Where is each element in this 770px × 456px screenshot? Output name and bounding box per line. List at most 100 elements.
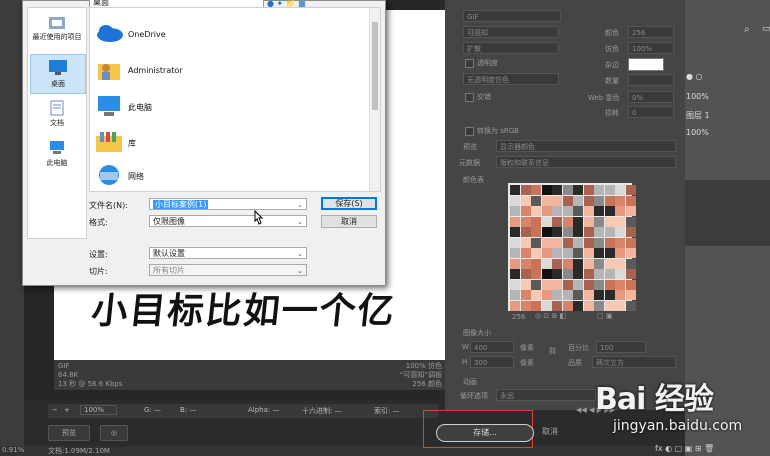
file-item-onedrive[interactable]: OneDrive xyxy=(94,20,364,50)
color-swatch[interactable] xyxy=(541,279,552,290)
color-swatch[interactable] xyxy=(583,279,594,290)
color-swatch[interactable] xyxy=(625,248,636,258)
file-item-this-pc[interactable]: 此电脑 xyxy=(94,92,364,122)
color-swatch[interactable] xyxy=(573,300,583,311)
palette-delete-icons[interactable]: ▢ ▣ xyxy=(597,312,612,320)
color-swatch[interactable] xyxy=(594,185,604,195)
color-swatch[interactable] xyxy=(562,248,573,258)
color-swatch[interactable] xyxy=(520,216,531,227)
color-swatch[interactable] xyxy=(583,195,594,206)
color-swatch[interactable] xyxy=(625,227,636,237)
chevron-down-icon[interactable]: ⌄ xyxy=(297,265,303,277)
color-swatch[interactable] xyxy=(562,279,573,290)
format-select[interactable]: 仅限图像 ⌄ xyxy=(149,215,307,227)
matte-color-swatch[interactable] xyxy=(628,58,664,71)
color-swatch[interactable] xyxy=(573,237,583,248)
color-swatch[interactable] xyxy=(573,279,583,290)
color-swatch[interactable] xyxy=(552,227,562,237)
color-swatch[interactable] xyxy=(552,300,562,311)
color-swatch[interactable] xyxy=(583,216,594,227)
reduction-select[interactable]: 可感知 xyxy=(463,26,559,38)
color-swatch[interactable] xyxy=(604,269,615,279)
chevron-down-icon[interactable]: ⌄ xyxy=(297,216,303,228)
transparency-checkbox[interactable] xyxy=(465,59,474,68)
layer-fill[interactable]: 100% xyxy=(686,128,709,137)
color-swatch[interactable] xyxy=(552,248,562,258)
constrain-link-icon[interactable]: ⛓ xyxy=(548,347,557,355)
color-swatch[interactable] xyxy=(510,248,520,258)
color-swatch[interactable] xyxy=(583,206,594,216)
color-swatch[interactable] xyxy=(520,269,531,279)
percent-field[interactable]: 100 xyxy=(596,341,646,353)
color-swatch[interactable] xyxy=(520,195,531,206)
color-swatch[interactable] xyxy=(520,227,531,237)
chevron-down-icon[interactable]: ⌄ xyxy=(297,248,303,260)
color-swatch[interactable] xyxy=(510,195,520,206)
lossy-field[interactable]: 0 xyxy=(628,106,674,118)
format-select[interactable]: GIF xyxy=(463,10,561,22)
file-item-administrator[interactable]: Administrator xyxy=(94,56,364,86)
color-swatch[interactable] xyxy=(520,279,531,290)
color-swatch[interactable] xyxy=(510,227,520,237)
color-swatch[interactable] xyxy=(520,300,531,311)
color-swatch[interactable] xyxy=(604,237,615,248)
color-swatch[interactable] xyxy=(562,269,573,279)
color-swatch[interactable] xyxy=(520,185,531,195)
color-swatch[interactable] xyxy=(552,185,562,195)
color-swatch[interactable] xyxy=(594,227,604,237)
color-swatch[interactable] xyxy=(510,290,520,300)
dialog-cancel-button[interactable]: 取消 xyxy=(321,215,377,228)
filename-input[interactable]: 小目标案例(1) ⌄ xyxy=(149,198,307,210)
color-swatch[interactable] xyxy=(562,185,573,195)
color-swatch[interactable] xyxy=(520,290,531,300)
color-swatch[interactable] xyxy=(531,258,541,269)
slices-select[interactable]: 所有切片 ⌄ xyxy=(149,264,307,276)
color-swatch[interactable] xyxy=(625,269,636,279)
color-swatch[interactable] xyxy=(573,195,583,206)
color-swatch[interactable] xyxy=(583,185,594,195)
color-swatch[interactable] xyxy=(615,237,625,248)
color-swatch[interactable] xyxy=(594,195,604,206)
color-swatch[interactable] xyxy=(562,258,573,269)
color-swatch[interactable] xyxy=(541,206,552,216)
color-swatch[interactable] xyxy=(573,227,583,237)
color-swatch[interactable] xyxy=(625,258,636,269)
color-swatch[interactable] xyxy=(615,290,625,300)
convert-srgb-checkbox[interactable] xyxy=(465,127,474,136)
color-swatch[interactable] xyxy=(594,248,604,258)
color-swatch[interactable] xyxy=(531,248,541,258)
color-swatch[interactable] xyxy=(510,258,520,269)
color-swatch[interactable] xyxy=(604,258,615,269)
metadata-select[interactable]: 版权和联系信息 xyxy=(496,156,676,168)
nav-desktop[interactable]: 桌面 xyxy=(30,54,86,94)
color-swatch[interactable] xyxy=(510,300,520,311)
layer-lock-icons[interactable]: ● ○ xyxy=(686,72,703,81)
color-swatch[interactable] xyxy=(594,290,604,300)
color-swatch[interactable] xyxy=(552,195,562,206)
preview-mode-select[interactable]: 显示器颜色 xyxy=(496,140,676,152)
web-snap-field[interactable]: 0% xyxy=(628,91,674,103)
color-swatch[interactable] xyxy=(541,237,552,248)
color-swatch[interactable] xyxy=(562,300,573,311)
color-swatch[interactable] xyxy=(594,237,604,248)
color-swatch[interactable] xyxy=(552,269,562,279)
color-swatch[interactable] xyxy=(562,237,573,248)
color-swatch[interactable] xyxy=(541,216,552,227)
amount-field[interactable] xyxy=(628,74,674,86)
color-swatch[interactable] xyxy=(531,269,541,279)
nav-recent[interactable]: 最近使用的项目 xyxy=(30,14,84,42)
color-swatch[interactable] xyxy=(552,258,562,269)
quality-select[interactable]: 两次立方 xyxy=(592,356,676,368)
color-swatch[interactable] xyxy=(520,237,531,248)
color-swatch[interactable] xyxy=(604,216,615,227)
color-swatch[interactable] xyxy=(541,195,552,206)
color-swatch[interactable] xyxy=(615,248,625,258)
color-swatch[interactable] xyxy=(573,248,583,258)
search-icon[interactable]: ⌕ xyxy=(744,24,750,35)
dither-amount-field[interactable]: 100% xyxy=(628,42,674,54)
file-item-library[interactable]: 库 xyxy=(94,128,364,158)
color-table-grid[interactable] xyxy=(508,183,638,313)
width-field[interactable]: 400 xyxy=(470,341,514,353)
color-swatch[interactable] xyxy=(520,258,531,269)
file-list-scrollbar[interactable] xyxy=(369,8,380,191)
